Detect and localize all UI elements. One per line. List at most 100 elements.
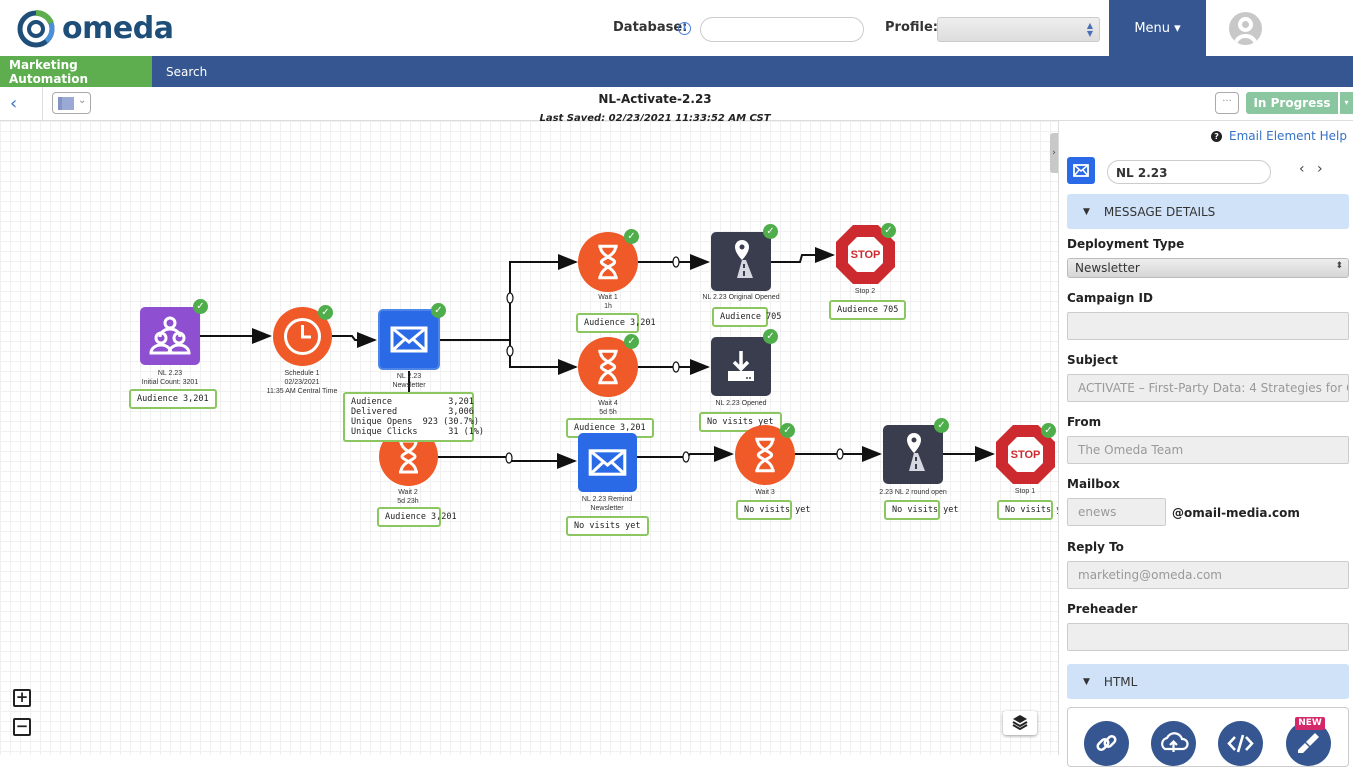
link-button[interactable] [1084, 721, 1129, 766]
html-section[interactable]: ▼ HTML [1067, 664, 1349, 699]
brand-name: omeda [62, 10, 174, 46]
svg-text:STOP: STOP [851, 249, 881, 261]
audience-node[interactable] [140, 307, 200, 365]
zoom-in-button[interactable]: + [13, 689, 31, 707]
connector-handle [506, 292, 514, 304]
connector-handle [836, 448, 844, 460]
connector-handle [682, 451, 690, 463]
deployment-type-select[interactable]: Newsletter ⬍ [1067, 258, 1349, 278]
from-input[interactable]: The Omeda Team [1067, 436, 1349, 464]
completed-check-icon: ✓ [763, 224, 778, 239]
connector [332, 332, 377, 348]
omeda-logo-icon [17, 9, 55, 48]
help-label: Email Element Help [1229, 129, 1347, 143]
node-label: NL 2.23 Remind Newsletter [581, 496, 633, 512]
menu-button[interactable]: Menu ▾ [1109, 0, 1206, 56]
node-label: Stop 1 [1014, 488, 1036, 495]
top-bar: omeda Database: i Profile: ▲ ▼ Menu ▾ [0, 0, 1353, 56]
connector-handle [506, 345, 514, 357]
help-icon: ? [1211, 130, 1223, 142]
status-button[interactable]: In Progress [1246, 92, 1338, 114]
next-element-button[interactable]: › [1317, 161, 1323, 177]
cloud-upload-icon [1161, 732, 1189, 752]
download-tray-icon [728, 351, 754, 381]
caret-down-icon: ▼ [1083, 206, 1090, 217]
node-label: Stop 2 [854, 288, 876, 295]
node-stats: No visits yet [566, 516, 649, 536]
node-stats: Audience 3,201 [377, 507, 457, 527]
node-stats: Audience 705 [829, 300, 907, 320]
email-element-help-link[interactable]: ? Email Element Help [1211, 129, 1347, 143]
location-road-icon [735, 240, 753, 278]
campaign-id-label: Campaign ID [1067, 291, 1153, 305]
completed-check-icon: ✓ [881, 223, 896, 238]
previous-element-button[interactable]: ‹ [1299, 161, 1305, 177]
upload-button[interactable] [1151, 721, 1196, 766]
email-stats-box: Audience 3,201 Delivered 3,006 Unique Open… [343, 392, 484, 442]
status-dropdown-button[interactable]: ▾ [1339, 92, 1353, 114]
preheader-input[interactable] [1067, 623, 1349, 651]
user-avatar-icon[interactable] [1229, 12, 1262, 45]
node-label: 2.23 NL 2 round open [879, 489, 947, 496]
workflow-canvas[interactable]: ✓ NL 2.23 Initial Count: 3201 Audience 3,… [0, 121, 1058, 755]
subject-label: Subject [1067, 353, 1118, 367]
message-details-section[interactable]: ▼ MESSAGE DETAILS [1067, 194, 1349, 229]
layout-toggle-button[interactable]: ⌄ [52, 92, 91, 114]
email-node[interactable] [378, 309, 440, 370]
select-arrows-icon: ⬍ [1335, 261, 1343, 271]
envelope-icon [390, 326, 428, 353]
code-editor-button[interactable] [1218, 721, 1263, 766]
more-options-button[interactable]: ··· [1215, 92, 1239, 114]
collapse-panel-button[interactable]: › [1050, 133, 1058, 173]
node-label: Wait 2 5d 23h [397, 489, 419, 505]
back-button[interactable]: ‹ [10, 93, 17, 114]
database-input[interactable] [700, 17, 864, 42]
email-element-icon [1067, 157, 1095, 184]
element-name-input[interactable]: NL 2.23 [1107, 160, 1271, 184]
mailbox-domain: @omail-media.com [1172, 506, 1300, 520]
layers-button[interactable] [1003, 711, 1037, 735]
nav-bar: Marketing Automation Search [0, 56, 1353, 87]
node-stats: Audience 3,201 [129, 389, 217, 409]
node-label: NL 2.23 Original Opened [702, 294, 780, 301]
envelope-icon [1073, 164, 1089, 177]
node-label: Wait 1 1h [598, 294, 618, 310]
email-node[interactable] [578, 433, 637, 492]
svg-text:STOP: STOP [1011, 449, 1041, 461]
reply-to-label: Reply To [1067, 540, 1124, 554]
link-icon [1096, 734, 1117, 752]
mailbox-input[interactable]: enews [1067, 498, 1166, 526]
campaign-id-input[interactable] [1067, 312, 1349, 340]
node-stats: No visits yet [997, 500, 1058, 520]
layers-icon [1012, 715, 1028, 731]
nav-marketing-automation[interactable]: Marketing Automation [0, 56, 152, 87]
deployment-type-label: Deployment Type [1067, 237, 1185, 251]
subject-input[interactable]: ACTIVATE – First-Party Data: 4 Strategie… [1067, 374, 1349, 402]
zoom-out-button[interactable]: − [13, 718, 31, 736]
nav-search[interactable]: Search [166, 56, 207, 87]
node-stats: Audience 3,201 [576, 313, 656, 333]
download-node[interactable] [711, 337, 771, 396]
connector [771, 247, 835, 263]
mailbox-label: Mailbox [1067, 477, 1120, 491]
completed-check-icon: ✓ [780, 423, 795, 438]
node-stats: No visits yet [884, 500, 959, 520]
node-label: Wait 4 5d 5h [598, 400, 618, 416]
connector-handle [505, 452, 513, 464]
select-arrows-icon: ▲ ▼ [1086, 21, 1093, 38]
workflow-toolbar: ‹ ⌄ NL-Activate-2.23 Last Saved: 02/23/2… [0, 87, 1353, 125]
reply-to-input[interactable]: marketing@omeda.com [1067, 561, 1349, 589]
connector-handle [672, 361, 680, 373]
completed-check-icon: ✓ [193, 299, 208, 314]
element-details-panel: ? Email Element Help NL 2.23 ‹ › ▼ MESSAGE… [1058, 121, 1353, 767]
caret-down-icon: ▼ [1083, 676, 1090, 687]
panel-layout-icon [58, 97, 74, 110]
omeda-logo[interactable]: omeda [16, 7, 174, 49]
condition-node[interactable] [883, 425, 943, 484]
connector [509, 340, 578, 375]
condition-node[interactable] [711, 232, 771, 291]
node-label: Schedule 1 02/23/2021 11:35 AM Central Tim… [266, 370, 338, 395]
profile-select[interactable]: ▲ ▼ [937, 17, 1100, 42]
info-icon[interactable]: i [678, 22, 691, 35]
completed-check-icon: ✓ [624, 334, 639, 349]
